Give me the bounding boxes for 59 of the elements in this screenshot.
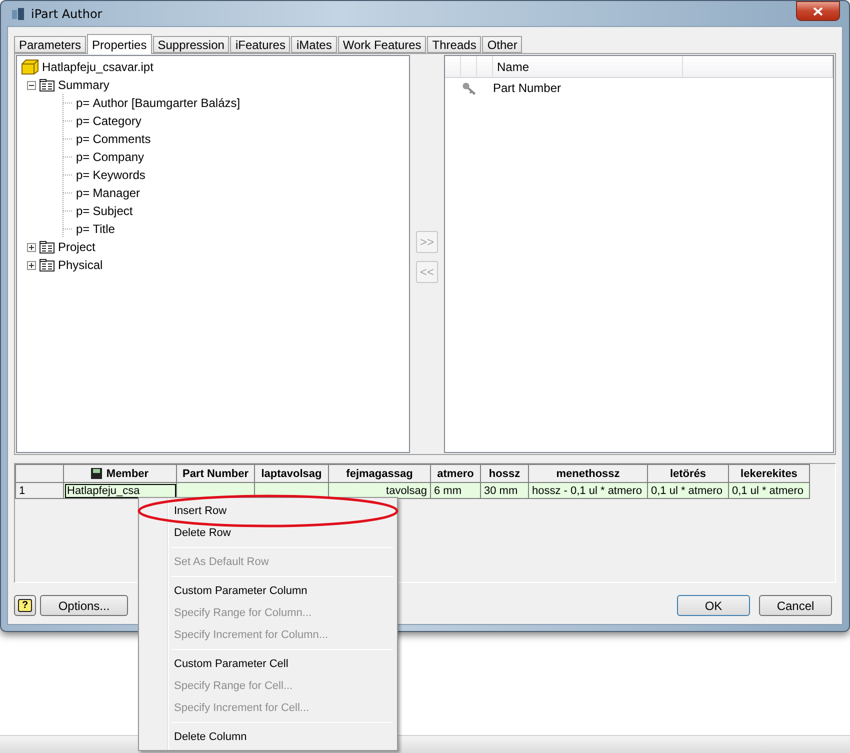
- tree-item[interactable]: Author [Baumgarter Balázs]: [92, 96, 240, 110]
- tab[interactable]: Parameters: [14, 36, 86, 53]
- tree-line: [61, 184, 73, 202]
- menu-item[interactable]: Delete Row: [141, 522, 395, 544]
- parameter-icon: p=: [76, 168, 90, 182]
- tab[interactable]: Threads: [427, 36, 482, 53]
- tree-item[interactable]: Keywords: [92, 168, 146, 182]
- tree-line: [61, 148, 73, 166]
- expand-icon[interactable]: [27, 260, 36, 270]
- tab[interactable]: iFeatures: [230, 36, 290, 53]
- ok-button[interactable]: OK: [677, 595, 750, 616]
- tree-item[interactable]: Hatlapfeju_csavar.ipt: [42, 60, 154, 74]
- menu-item[interactable]: Delete Column: [141, 726, 395, 748]
- tree-line: [61, 166, 73, 184]
- tree-item[interactable]: Summary: [58, 78, 110, 92]
- cancel-button[interactable]: Cancel: [759, 595, 832, 616]
- tab[interactable]: Work Features: [338, 36, 426, 53]
- menu-item[interactable]: Custom Parameter Cell: [141, 653, 395, 675]
- tree-line: [61, 94, 73, 112]
- menu-item[interactable]: Custom Parameter Column: [141, 580, 395, 602]
- tree-item[interactable]: Subject: [92, 204, 133, 218]
- property-set-icon: [39, 78, 55, 92]
- list-item[interactable]: Part Number: [493, 81, 562, 95]
- tree-item[interactable]: Company: [92, 150, 144, 164]
- tree-item[interactable]: Comments: [92, 132, 151, 146]
- close-button[interactable]: [796, 1, 840, 21]
- tree-line: [61, 112, 73, 130]
- tree-line: [61, 130, 73, 148]
- tab[interactable]: iMates: [291, 36, 337, 53]
- tree-line: [61, 220, 73, 238]
- parameter-icon: p=: [76, 186, 90, 200]
- help-button[interactable]: ?: [14, 595, 36, 616]
- parameter-icon: p=: [76, 132, 90, 146]
- tab[interactable]: Suppression: [152, 36, 230, 53]
- tree-item[interactable]: Manager: [92, 186, 140, 200]
- save-icon: [91, 468, 102, 479]
- parameter-icon: p=: [76, 96, 90, 110]
- close-icon: [813, 6, 823, 16]
- column-header[interactable]: Name: [497, 60, 530, 74]
- property-set-icon: [39, 258, 55, 272]
- window-title: iPart Author: [31, 6, 102, 20]
- expand-icon[interactable]: [27, 242, 36, 252]
- tree-item[interactable]: Title: [92, 222, 115, 236]
- tree-item[interactable]: Project: [58, 240, 96, 254]
- parameter-icon: p=: [76, 150, 90, 164]
- tree-item[interactable]: Category: [92, 114, 142, 128]
- tab[interactable]: Other: [482, 36, 522, 53]
- app-icon: [11, 6, 25, 20]
- tree-item[interactable]: Physical: [58, 258, 103, 272]
- property-set-icon: [39, 240, 55, 254]
- tree-line: [61, 202, 73, 220]
- collapse-icon[interactable]: [27, 80, 36, 90]
- part-cube-icon: [21, 59, 39, 75]
- parameter-icon: p=: [76, 114, 90, 128]
- parameter-icon: p=: [76, 204, 90, 218]
- options-button[interactable]: Options...: [40, 595, 128, 616]
- parameter-icon: p=: [76, 222, 90, 236]
- row-number: 1: [19, 484, 26, 496]
- tab[interactable]: Properties: [87, 34, 152, 54]
